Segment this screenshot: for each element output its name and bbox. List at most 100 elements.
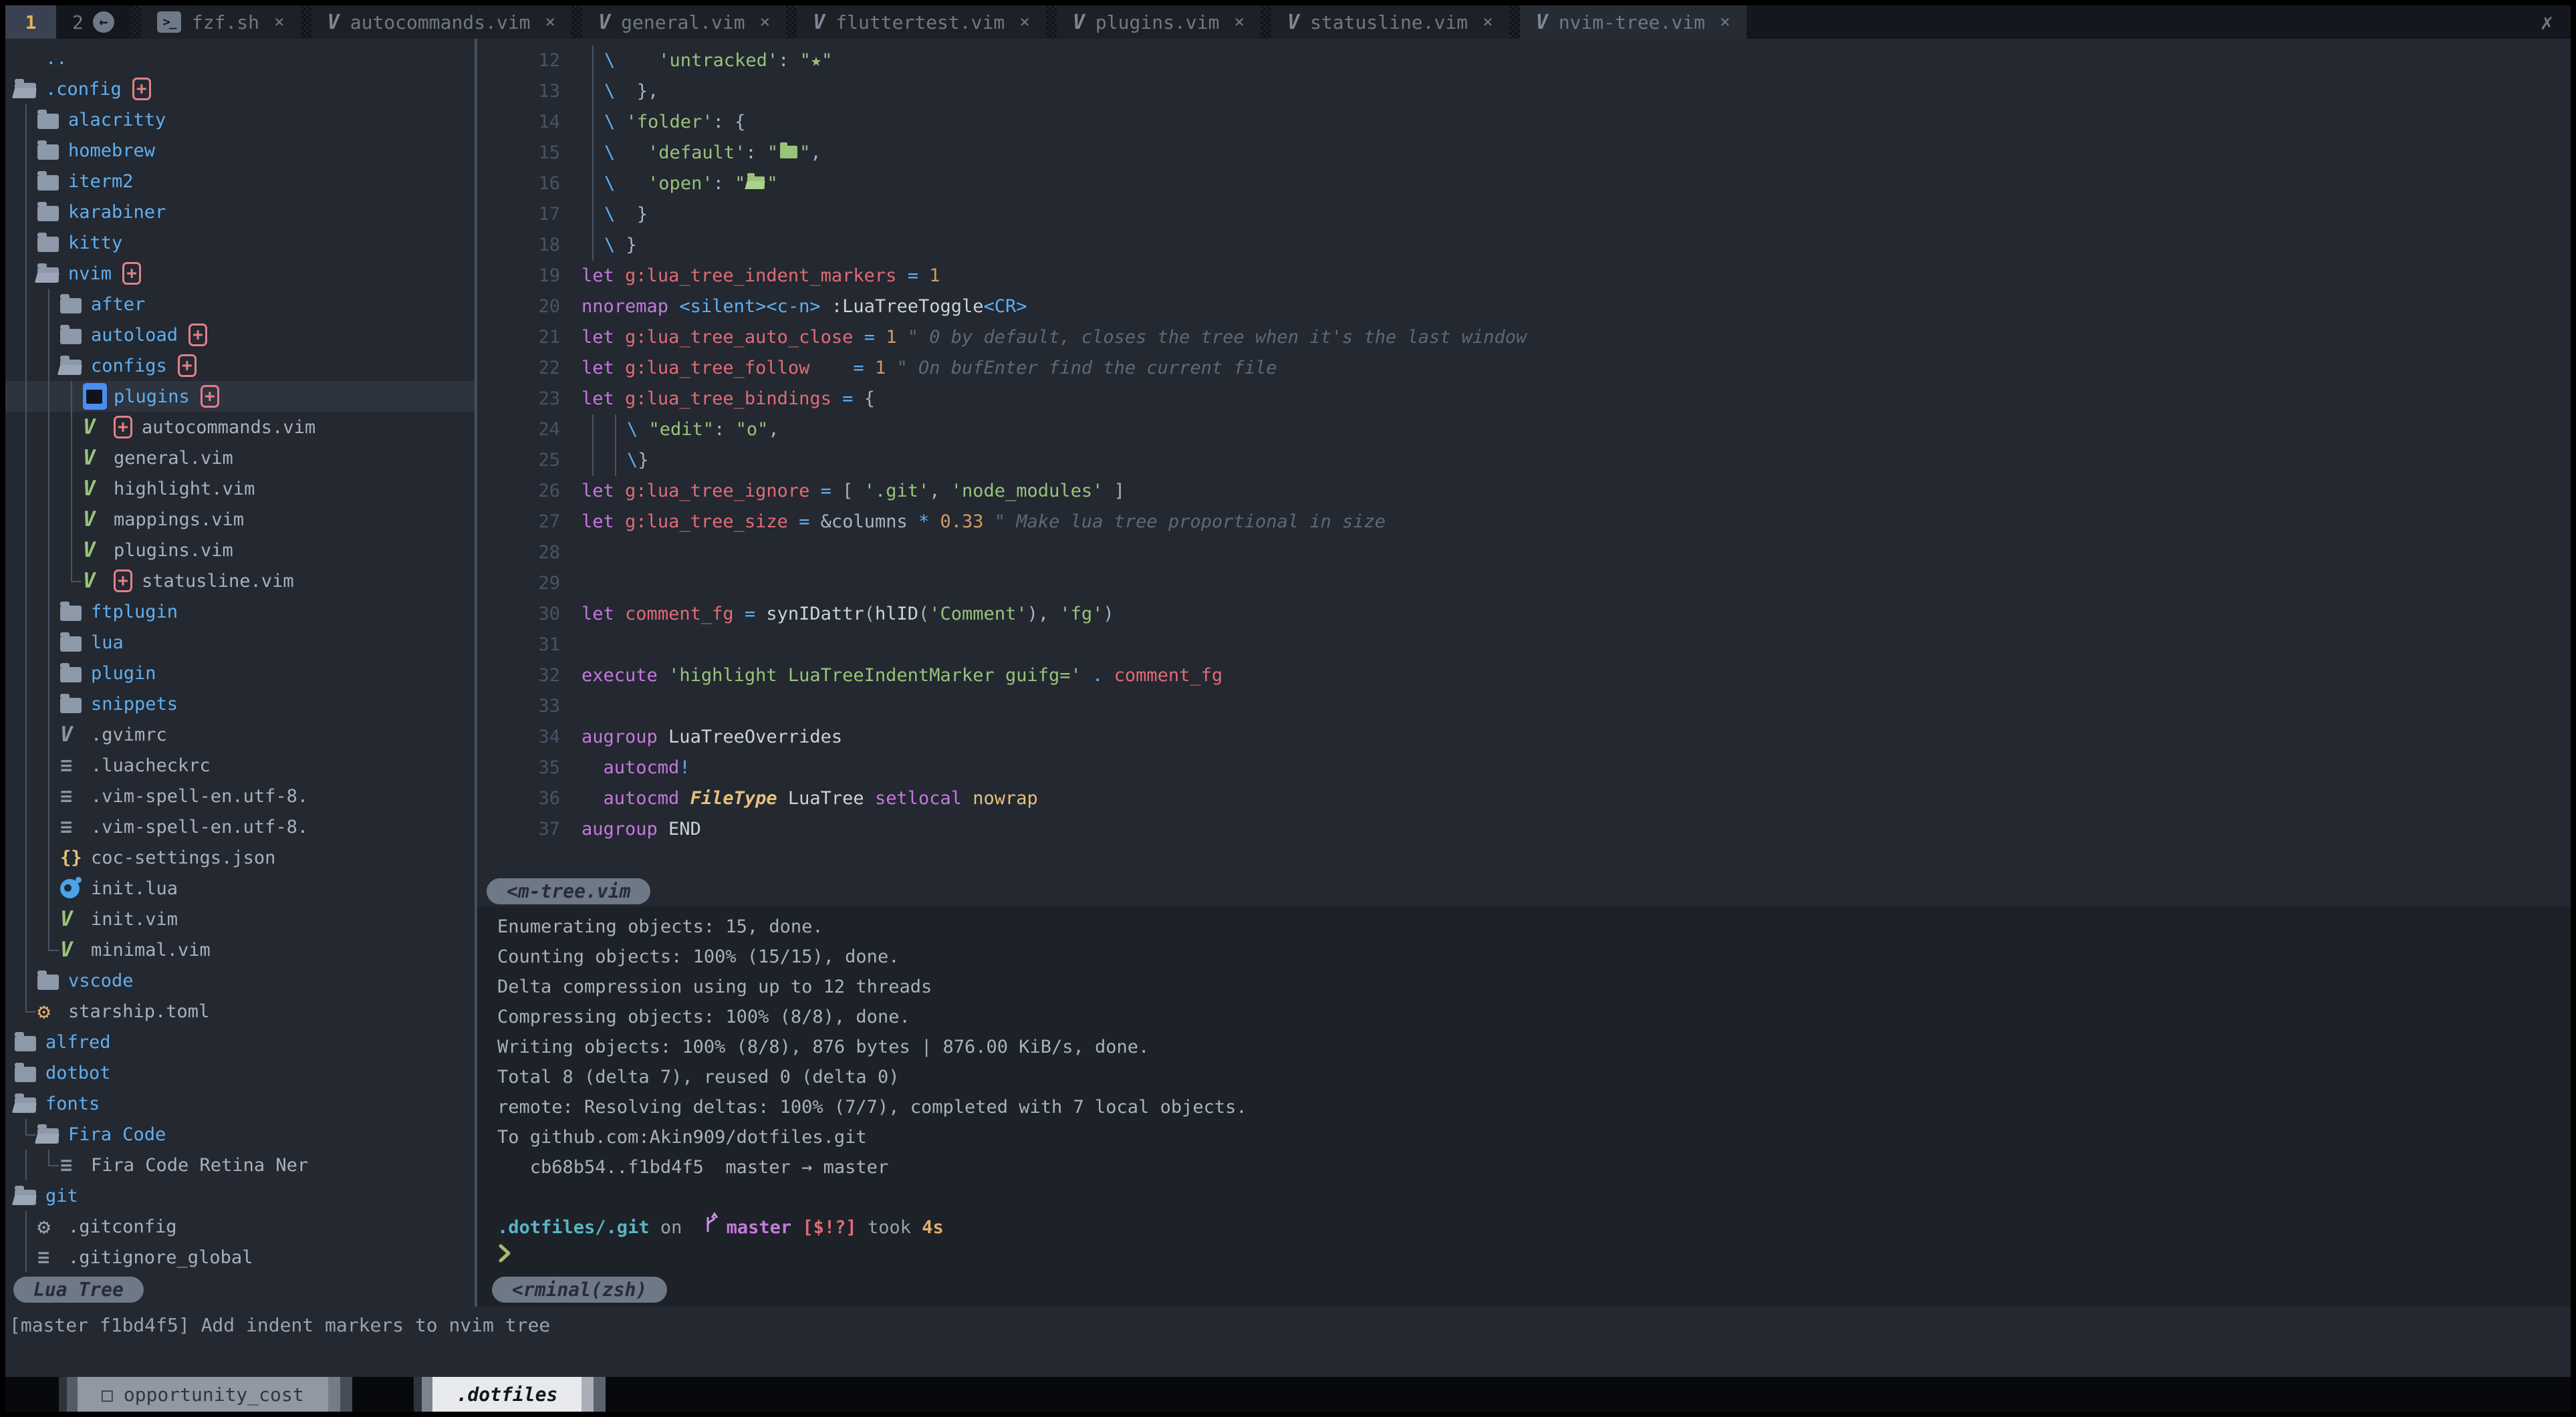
buffer-tab-close-icon[interactable]: × [1019,12,1030,32]
indent-guide [15,873,37,904]
tree-item[interactable]: ≡.luacheckrc [5,750,475,781]
folder-icon-shape [60,298,82,313]
tree-item[interactable]: V+statusline.vim [5,565,475,596]
buffer-tab[interactable]: Vfluttertest.vim× [797,5,1046,39]
code-token [582,757,604,778]
code-line: 32execute 'highlight LuaTreeIndentMarker… [477,660,2571,691]
tree-item[interactable]: ≡Fira Code Retina Ner [5,1150,475,1180]
code-line: 36 autocmd FileType LuaTree setlocal now… [477,783,2571,814]
tree-item[interactable]: Vhighlight.vim [5,473,475,504]
tree-item-label: minimal.vim [91,940,211,960]
buffer-tab-close-icon[interactable]: × [760,12,771,32]
buffer-tab[interactable]: Vautocommands.vim× [311,5,571,39]
folder-open-icon-shape [15,1190,36,1205]
tree-item-label: alfred [45,1032,111,1053]
code-token: comment_fg [1114,665,1223,686]
close-all-icon[interactable]: ✗ [2523,9,2571,35]
tree-item[interactable]: ≡.vim-spell-en.utf-8. [5,811,475,842]
tab-page-1[interactable]: 1 [5,5,56,39]
code-line: 12\ 'untracked': "★" [477,45,2571,76]
vim-file-icon: V [60,938,91,962]
tree-item[interactable]: ≡.gitignore_global [5,1242,475,1272]
tree-item[interactable]: plugin [5,658,475,688]
prompt-duration: 4s [922,1212,944,1243]
tree-item[interactable]: ≡.vim-spell-en.utf-8. [5,781,475,811]
buffer-tab-close-icon[interactable]: × [1234,12,1245,32]
tmux-window[interactable]: .dotfiles [414,1377,606,1412]
tree-item[interactable]: karabiner [5,197,475,227]
tree-item[interactable]: alacritty [5,104,475,135]
folder-icon [15,1064,45,1082]
tree-item[interactable]: {}coc-settings.json [5,842,475,873]
editor-statusline-pill: <m-tree.vim [487,878,650,904]
tree-item[interactable]: homebrew [5,135,475,166]
tmux-window[interactable]: □opportunity_cost [59,1377,352,1412]
tab-page-2[interactable]: 2 ← [56,5,130,39]
tree-item-label: .. [45,48,68,69]
tree-item[interactable]: V+autocommands.vim [5,412,475,442]
code-token: : [714,419,736,440]
code-text: augroup LuaTreeOverrides [582,722,842,753]
screen: 1 2 ← >_fzf.sh×Vautocommands.vim×Vgenera… [5,5,2571,1412]
tree-item[interactable]: iterm2 [5,166,475,197]
tree-item[interactable]: lua [5,627,475,658]
tree-item[interactable]: configs+ [5,350,475,381]
tree-item[interactable]: kitty [5,227,475,258]
history-back-icon[interactable]: ← [93,11,114,33]
tree-item[interactable]: fonts [5,1088,475,1119]
buffer-tab-close-icon[interactable]: × [1483,12,1493,32]
tree-item[interactable]: init.lua [5,873,475,904]
tree-item[interactable]: Vinit.vim [5,904,475,934]
terminal[interactable]: Enumerating objects: 15, done.Counting o… [477,906,2571,1272]
buffer-tab[interactable]: Vplugins.vim× [1057,5,1261,39]
code-token: = [853,358,864,378]
line-number: 21 [477,322,582,353]
tree-item[interactable]: dotbot [5,1057,475,1088]
vim-icon: V [1536,11,1548,34]
tree-item[interactable]: ⚙.gitconfig [5,1211,475,1242]
main-area: .. .config+alacrittyhomebrewiterm2karabin… [5,39,2571,1307]
code-token [679,788,690,809]
tree-item[interactable]: Vplugins.vim [5,535,475,565]
tree-item[interactable]: Vminimal.vim [5,934,475,965]
folder-icon-shape [60,698,82,713]
tree-item[interactable]: Vmappings.vim [5,504,475,535]
buffer-tab-label: autocommands.vim [350,11,531,33]
buffer-tab-close-icon[interactable]: × [1720,12,1730,32]
buffer-tab-close-icon[interactable]: × [274,12,285,32]
terminal-line: To github.com:Akin909/dotfiles.git [477,1122,2571,1152]
indent-guide [37,781,60,811]
cursor-block [83,383,107,410]
buffer-tab[interactable]: Vgeneral.vim× [582,5,786,39]
tree-item[interactable]: git [5,1180,475,1211]
buffer-tab[interactable]: Vnvim-tree.vim× [1520,5,1747,39]
buffer-tab[interactable]: >_fzf.sh× [141,5,301,39]
tree-item[interactable]: ftplugin [5,596,475,627]
tree-item[interactable]: Fira Code [5,1119,475,1150]
code-token: : { [713,112,746,132]
buffer-tab[interactable]: Vstatusline.vim× [1271,5,1509,39]
folder-icon [60,603,91,621]
tree-item[interactable]: ⚙starship.toml [5,996,475,1027]
tree-item[interactable]: .. [5,43,475,74]
code-token: 'untracked' [658,50,778,71]
tree-item[interactable]: Vgeneral.vim [5,442,475,473]
tree-item[interactable]: nvim+ [5,258,475,289]
tree-item[interactable]: after [5,289,475,319]
buffer-tab-close-icon[interactable]: × [545,12,555,32]
tree-item[interactable]: snippets [5,688,475,719]
code-token: g:lua_tree_size [625,511,788,532]
tree-item[interactable]: V.gvimrc [5,719,475,750]
tree-item[interactable]: alfred [5,1027,475,1057]
code-token: let [582,388,614,409]
code-token [658,665,668,686]
tree-item[interactable]: vscode [5,965,475,996]
code-token [614,265,625,286]
code-token: , [929,481,951,501]
line-number: 22 [477,353,582,384]
editor[interactable]: 12\ 'untracked': "★"13\ },14\ 'folder': … [477,39,2571,876]
tree-item[interactable]: plugins+ [5,381,475,412]
tree-item[interactable]: autoload+ [5,319,475,350]
tree-item-label: init.lua [91,878,178,899]
tree-item[interactable]: .config+ [5,74,475,104]
